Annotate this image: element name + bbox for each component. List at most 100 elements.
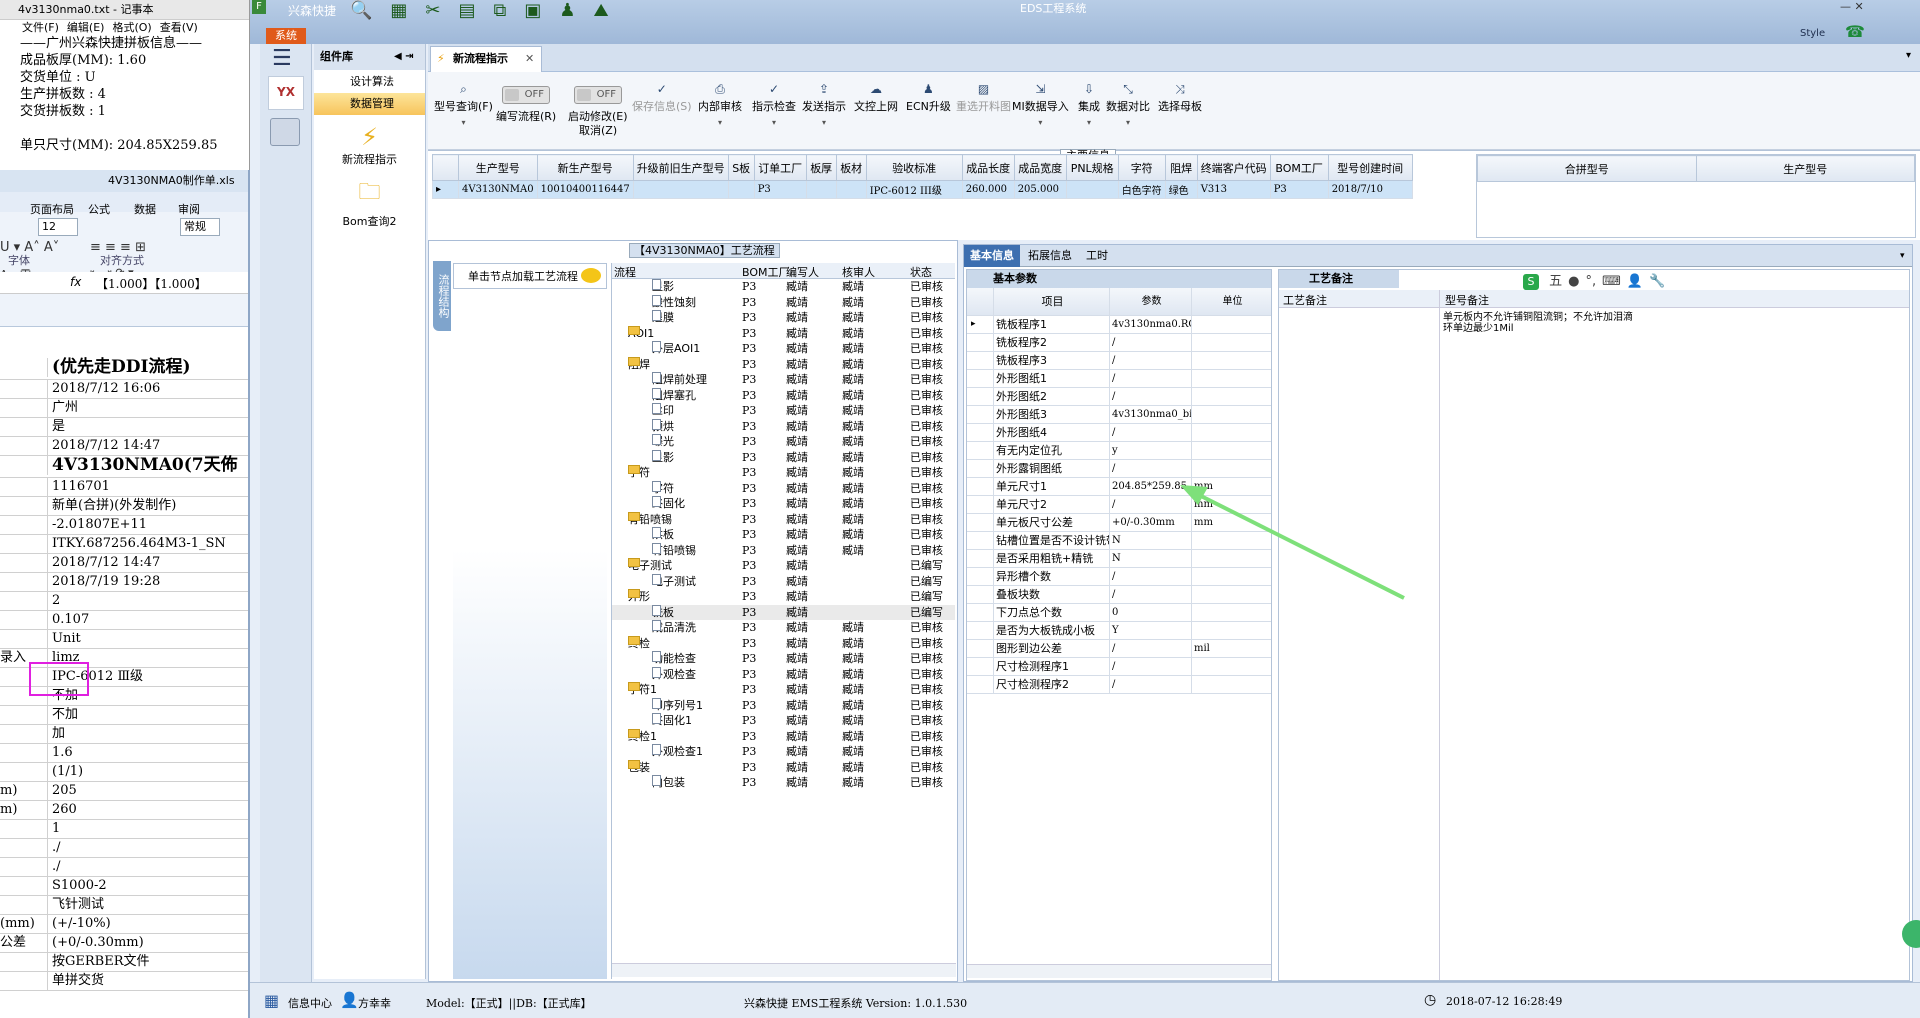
excel-row[interactable]: 2018/7/12 16:06 — [0, 380, 248, 399]
main-info-col[interactable]: 生产型号 — [458, 154, 538, 181]
tree-node[interactable]: 有铅喷锡 — [652, 542, 696, 558]
excel-cell-a[interactable] — [0, 554, 48, 573]
tree-col-header[interactable]: 核审人 — [842, 264, 875, 280]
main-info-col[interactable]: 新生产型号 — [536, 154, 634, 181]
excel-cell-b[interactable]: 飞针测试 — [52, 896, 104, 914]
excel-row[interactable]: 1.6 — [0, 744, 248, 763]
tree-row[interactable]: 丝印 P3 臧靖 臧靖 已审核 — [612, 403, 955, 419]
tree-row[interactable]: 烘板 P3 臧靖 臧靖 已审核 — [612, 527, 955, 543]
excel-row[interactable]: 公差 (+0/-0.30mm) — [0, 934, 248, 953]
excel-cell-b[interactable]: (优先走DDI流程) — [52, 358, 191, 376]
tree-node[interactable]: 铣板 — [652, 604, 674, 620]
toolbar-button-2[interactable]: ⎙ 内部审核 ▾ — [698, 82, 742, 127]
excel-cell-a[interactable] — [0, 839, 48, 858]
main-info-col[interactable]: 成品长度 — [961, 154, 1015, 181]
tree-node[interactable]: 电子测试 — [652, 573, 696, 589]
notepad-content[interactable]: ——广州兴森快捷拼板信息—— 成品板厚(MM): 1.60 交货单位 : U 生产拼板… — [0, 35, 249, 154]
excel-cell-a[interactable] — [0, 763, 48, 782]
tree-row[interactable]: 显影 P3 臧靖 臧靖 已审核 — [612, 449, 955, 466]
excel-row[interactable]: m) 260 — [0, 801, 248, 820]
excel-row[interactable]: 1116701 — [0, 478, 248, 497]
tree-row[interactable]: 有铅喷锡 P3 臧靖 臧靖 已审核 — [612, 542, 955, 559]
tree-row[interactable]: 显影 P3 臧靖 臧靖 已审核 — [612, 279, 955, 295]
toolbar-button-0[interactable]: ⌕ 型号查询(F) ▾ — [434, 82, 493, 127]
excel-cell-a[interactable] — [0, 358, 48, 377]
collapse-icon[interactable]: ◀ ⇥ — [394, 44, 414, 70]
merge-grid-col[interactable]: 生产型号 — [1695, 155, 1915, 182]
excel-row[interactable]: ITKY.687256.464M3-1_SN — [0, 535, 248, 554]
excel-cell-a[interactable] — [0, 858, 48, 877]
toolbar-button-5[interactable]: ☁ 文控上网 — [854, 82, 898, 114]
tree-node[interactable]: 显影 — [652, 279, 674, 294]
tree-row[interactable]: 预烘 P3 臧靖 臧靖 已审核 — [612, 418, 955, 435]
excel-row[interactable]: (1/1) — [0, 763, 248, 782]
tree-node[interactable]: −字符1 — [628, 682, 657, 697]
excel-cell-a[interactable] — [0, 896, 48, 915]
info-center-link[interactable]: 信息中心 — [288, 995, 332, 1011]
excel-row[interactable]: 2018/7/19 19:28 — [0, 573, 248, 592]
excel-row[interactable]: 单拼交货 — [0, 972, 248, 991]
dropdown-arrow-icon[interactable]: ▾ — [1106, 118, 1150, 127]
tree-row[interactable]: 终固化1 P3 臧靖 臧靖 已审核 — [612, 713, 955, 729]
tree-node[interactable]: 预烘 — [652, 418, 674, 434]
main-info-cell[interactable]: IPC-6012 III级 — [865, 180, 963, 199]
notepad-menu-item[interactable]: 格式(O) — [112, 21, 151, 34]
excel-tab[interactable]: 审阅 — [178, 200, 200, 220]
tree-row[interactable]: 外层AOI1 P3 臧靖 臧靖 已审核 — [612, 341, 955, 357]
excel-row[interactable]: ./ — [0, 858, 248, 877]
tree-row[interactable]: 酸性蚀刻 P3 臧靖 臧靖 已审核 — [612, 294, 955, 311]
excel-cell-a[interactable] — [0, 478, 48, 497]
tree-col-header[interactable]: 编写人 — [786, 264, 819, 280]
excel-cell-b[interactable]: (+/-10%) — [52, 915, 111, 933]
excel-row[interactable]: ./ — [0, 839, 248, 858]
tree-row[interactable]: 电子测试 P3 臧靖 已编写 — [612, 573, 955, 590]
tree-row[interactable]: −包装 P3 臧靖 臧靖 已审核 — [612, 759, 955, 776]
number-format-box[interactable]: 常规 — [180, 218, 220, 236]
tree-row[interactable]: 铣板 P3 臧靖 已编写 — [612, 604, 955, 620]
device-icon[interactable] — [270, 118, 300, 146]
excel-cell-a[interactable]: m) — [0, 782, 48, 801]
tree-node[interactable]: 外层AOI1 — [652, 341, 700, 356]
main-info-col[interactable]: 板材 — [835, 154, 867, 181]
tree-col-header[interactable]: BOM工厂 — [742, 264, 790, 280]
main-info-cell[interactable]: 205.000 — [1013, 180, 1067, 199]
excel-cell-a[interactable] — [0, 418, 48, 437]
dropdown-arrow-icon[interactable]: ▾ — [434, 118, 493, 127]
main-info-cell[interactable] — [632, 180, 729, 199]
tree-row[interactable]: −外形 P3 臧靖 已编写 — [612, 589, 955, 605]
main-info-cell[interactable]: V313 — [1196, 180, 1271, 199]
excel-cell-a[interactable] — [0, 706, 48, 725]
notepad-menu-item[interactable]: 编辑(E) — [67, 21, 105, 34]
toolbar-button-7[interactable]: ▨ 重选开料图 — [956, 82, 1011, 114]
excel-cell-b[interactable]: -2.01807E+11 — [52, 516, 147, 534]
excel-cell-b[interactable]: 205 — [52, 782, 77, 800]
tree-node[interactable]: 内包装 — [652, 775, 685, 790]
excel-cell-b[interactable]: (1/1) — [52, 763, 83, 781]
main-info-cell[interactable] — [1065, 180, 1119, 199]
excel-cell-b[interactable]: 单拼交货 — [52, 972, 104, 990]
excel-row[interactable]: 新单(合拼)(外发制作) — [0, 497, 248, 516]
excel-row[interactable]: 加 — [0, 725, 248, 744]
tab-menu-icon[interactable]: ▾ — [1906, 50, 1911, 61]
excel-cell-b[interactable]: 1.6 — [52, 744, 73, 762]
yx-module-icon[interactable]: YX — [268, 76, 304, 110]
excel-row[interactable]: 飞针测试 — [0, 896, 248, 915]
tree-node[interactable]: −包装 — [628, 759, 650, 775]
main-info-col[interactable]: 阻焊 — [1164, 154, 1198, 181]
notepad-menu-item[interactable]: 查看(V) — [160, 21, 198, 34]
excel-cell-a[interactable] — [0, 877, 48, 896]
excel-cell-a[interactable] — [0, 437, 48, 456]
excel-row[interactable]: 不加 — [0, 706, 248, 725]
excel-cell-b[interactable]: 1 — [52, 820, 60, 838]
tree-row[interactable]: −AOI1 P3 臧靖 臧靖 已审核 — [612, 325, 955, 342]
excel-cell-b[interactable]: 新单(合拼)(外发制作) — [52, 497, 176, 515]
main-info-cell[interactable] — [835, 180, 867, 199]
tree-node[interactable]: 外观检查1 — [652, 744, 703, 759]
excel-cell-a[interactable] — [0, 497, 48, 516]
excel-cell-b[interactable]: 2018/7/12 14:47 — [52, 554, 160, 572]
tree-row[interactable]: −阻焊 P3 臧靖 臧靖 已审核 — [612, 356, 955, 373]
tree-node[interactable]: −电子测试 — [628, 558, 672, 573]
main-info-col[interactable]: 字符 — [1117, 154, 1166, 181]
main-info-col[interactable]: 成品宽度 — [1013, 154, 1067, 181]
tree-row[interactable]: 功能检查 P3 臧靖 臧靖 已审核 — [612, 651, 955, 667]
